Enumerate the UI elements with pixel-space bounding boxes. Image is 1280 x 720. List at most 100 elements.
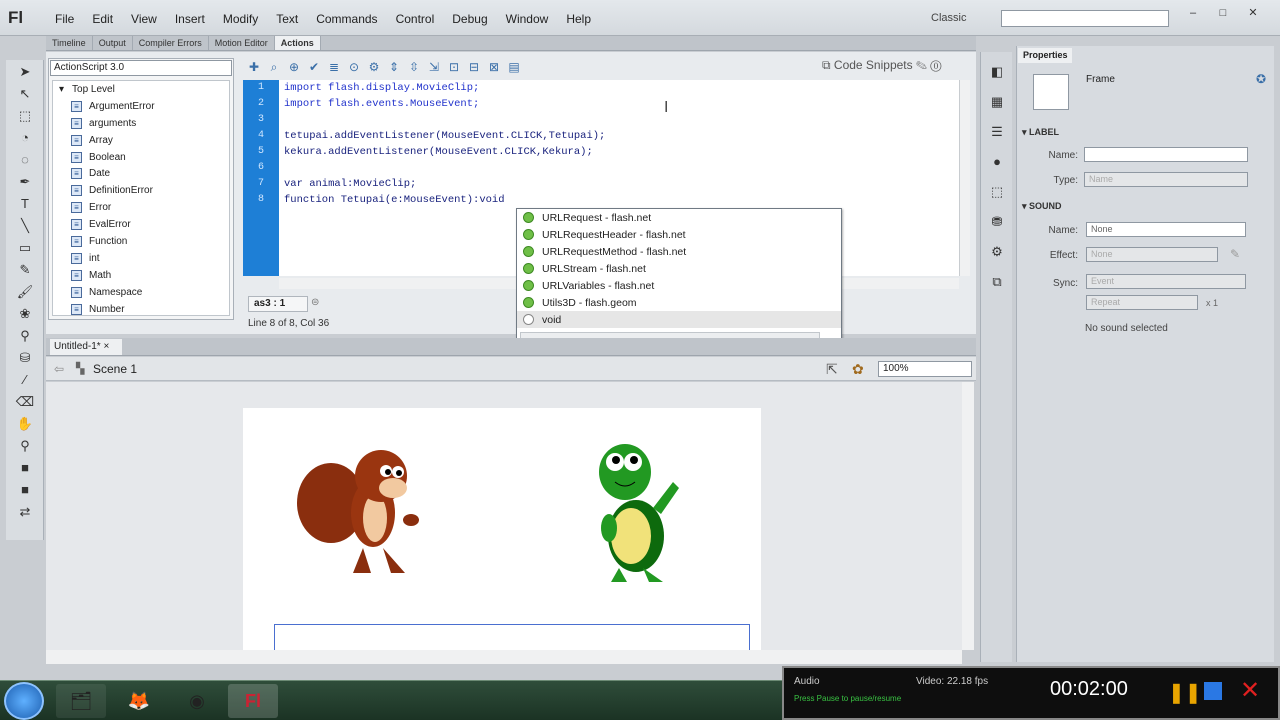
chrome-icon[interactable]: ◉ — [172, 684, 222, 718]
collapse-selection-icon[interactable]: ⇳ — [404, 58, 424, 76]
script-tab[interactable]: as3 : 1 — [248, 296, 308, 312]
help-search-input[interactable] — [1001, 10, 1169, 27]
tree-item[interactable]: ≡ Error — [53, 199, 229, 216]
back-arrow-icon[interactable]: ⇦ — [54, 362, 64, 376]
tree-item[interactable]: ≡ DefinitionError — [53, 182, 229, 199]
tree-item[interactable]: ≡ Boolean — [53, 149, 229, 166]
hint-item[interactable]: URLVariables - flash.net — [517, 277, 841, 294]
recorder-close-icon[interactable]: ✕ — [1240, 676, 1260, 705]
hint-item[interactable]: URLStream - flash.net — [517, 260, 841, 277]
close-tab-icon[interactable]: × — [103, 341, 109, 352]
sound-name-select[interactable]: None — [1086, 222, 1246, 237]
hand-tool-icon[interactable]: ✋ — [14, 414, 36, 434]
selection-tool-icon[interactable]: ➤ — [14, 62, 36, 82]
recorder-pause-icon[interactable]: ❚❚ — [1168, 680, 1202, 705]
transform-panel-icon[interactable]: ⬚ — [986, 182, 1008, 202]
menu-view[interactable]: View — [122, 12, 166, 26]
pin-script-icon[interactable]: ⊜ — [311, 297, 319, 308]
scene-breadcrumb[interactable]: Scene 1 — [93, 362, 137, 376]
hint-item-selected[interactable]: void — [517, 311, 841, 328]
lasso-tool-icon[interactable]: ◌ — [14, 150, 36, 170]
expand-all-icon[interactable]: ⇲ — [424, 58, 444, 76]
menu-text[interactable]: Text — [267, 12, 307, 26]
debug-options-icon[interactable]: ⚙ — [364, 58, 384, 76]
menu-file[interactable]: File — [46, 12, 83, 26]
menu-modify[interactable]: Modify — [214, 12, 267, 26]
text-tool-icon[interactable]: T — [14, 194, 36, 214]
tree-folder-top-level[interactable]: ▾ Top Level — [53, 81, 229, 98]
flash-taskbar-icon[interactable]: Fl — [228, 684, 278, 718]
bone-tool-icon[interactable]: ⚲ — [14, 326, 36, 346]
auto-format-icon[interactable]: ≣ — [324, 58, 344, 76]
tab-motion-editor[interactable]: Motion Editor — [209, 36, 275, 50]
workspace-switcher[interactable]: Classic — [931, 12, 966, 24]
sound-repeat-select[interactable]: Repeat — [1086, 295, 1198, 310]
line-tool-icon[interactable]: ╲ — [14, 216, 36, 236]
document-tab[interactable]: Untitled-1* × — [50, 339, 122, 355]
close-button[interactable]: ✕ — [1240, 6, 1266, 20]
tab-timeline[interactable]: Timeline — [46, 36, 93, 50]
info-panel-icon[interactable]: ● — [986, 152, 1008, 172]
code-snippets-button[interactable]: ⧉ Code Snippets ✎ ⓪ — [822, 58, 942, 73]
recorder-stop-icon[interactable] — [1204, 682, 1222, 700]
add-statement-icon[interactable]: ✚ — [244, 58, 264, 76]
code-vertical-scrollbar[interactable] — [959, 80, 970, 276]
minimize-button[interactable]: – — [1180, 6, 1206, 20]
file-explorer-icon[interactable]: 🗂 — [56, 684, 106, 718]
swap-colors-icon[interactable]: ⇄ — [14, 502, 36, 522]
menu-edit[interactable]: Edit — [83, 12, 122, 26]
label-name-input[interactable] — [1084, 147, 1248, 162]
apply-line-comment-icon[interactable]: ⊟ — [464, 58, 484, 76]
help-icon[interactable]: ✪ — [1256, 72, 1266, 86]
hint-item[interactable]: Utils3D - flash.geom — [517, 294, 841, 311]
menu-debug[interactable]: Debug — [443, 12, 496, 26]
free-transform-tool-icon[interactable]: ⬚ — [14, 106, 36, 126]
menu-help[interactable]: Help — [557, 12, 600, 26]
turtle-movieclip[interactable] — [599, 444, 679, 582]
repeat-count[interactable]: x 1 — [1206, 298, 1218, 308]
menu-insert[interactable]: Insert — [166, 12, 214, 26]
stage-horizontal-scrollbar[interactable] — [46, 650, 962, 664]
tree-item[interactable]: ≡ Number — [53, 301, 229, 315]
label-type-select[interactable]: Name — [1084, 172, 1248, 187]
tree-item[interactable]: ≡ Date — [53, 165, 229, 182]
sound-sync-select[interactable]: Event — [1086, 274, 1246, 289]
fill-color-icon[interactable]: ■ — [14, 480, 36, 500]
hint-item[interactable]: URLRequestMethod - flash.net — [517, 243, 841, 260]
tab-properties[interactable]: Properties — [1018, 48, 1072, 63]
label-section-header[interactable]: ▾ LABEL — [1022, 127, 1059, 138]
components-panel-icon[interactable]: ⚙ — [986, 242, 1008, 262]
edit-scene-icon[interactable]: ⇱ — [826, 361, 838, 378]
tree-item[interactable]: ≡ Math — [53, 267, 229, 284]
stroke-color-icon[interactable]: ■ — [14, 458, 36, 478]
tree-item[interactable]: ≡ arguments — [53, 115, 229, 132]
zoom-select[interactable]: 100% — [878, 361, 972, 377]
sound-effect-select[interactable]: None — [1086, 247, 1218, 262]
hint-item[interactable]: URLRequest - flash.net — [517, 209, 841, 226]
zoom-tool-icon[interactable]: ⚲ — [14, 436, 36, 456]
tree-item[interactable]: ≡ ArgumentError — [53, 98, 229, 115]
edit-envelope-icon[interactable]: ✎ — [1230, 247, 1240, 261]
pen-tool-icon[interactable]: ✒ — [14, 172, 36, 192]
pencil-tool-icon[interactable]: ✎ — [14, 260, 36, 280]
hint-item[interactable]: URLRequestHeader - flash.net — [517, 226, 841, 243]
tab-actions[interactable]: Actions — [274, 36, 321, 50]
eyedropper-tool-icon[interactable]: ⁄ — [14, 370, 36, 390]
3d-rotation-tool-icon[interactable]: ◔ — [14, 128, 36, 148]
tree-item[interactable]: ≡ Namespace — [53, 284, 229, 301]
start-button[interactable] — [4, 682, 44, 720]
check-syntax-icon[interactable]: ✔ — [304, 58, 324, 76]
tree-item[interactable]: ≡ Array — [53, 132, 229, 149]
align-panel-icon[interactable]: ☰ — [986, 122, 1008, 142]
stage-vertical-scrollbar[interactable] — [962, 382, 974, 650]
tree-item[interactable]: ≡ Function — [53, 233, 229, 250]
rectangle-tool-icon[interactable]: ▭ — [14, 238, 36, 258]
library-panel-icon[interactable]: ⛃ — [986, 212, 1008, 232]
find-icon[interactable]: ⌕ — [264, 58, 284, 76]
menu-window[interactable]: Window — [497, 12, 558, 26]
menu-commands[interactable]: Commands — [307, 12, 386, 26]
tab-output[interactable]: Output — [93, 36, 133, 50]
code-hint-icon[interactable]: ⊙ — [344, 58, 364, 76]
tab-compiler-errors[interactable]: Compiler Errors — [133, 36, 209, 50]
apply-block-comment-icon[interactable]: ⊡ — [444, 58, 464, 76]
